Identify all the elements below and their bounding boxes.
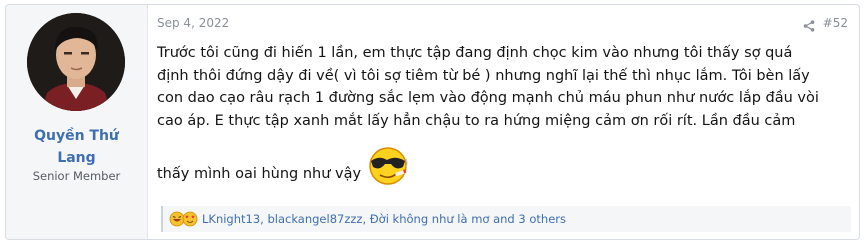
user-title: Senior Member: [32, 169, 121, 183]
post-body-line: Trước tôi cũng đi hiến 1 lần, em thực tậ…: [157, 45, 793, 61]
username-line-1: Quyền Thứ: [34, 128, 119, 144]
post-number-link[interactable]: #52: [823, 16, 848, 30]
avatar[interactable]: [27, 13, 125, 111]
username-link[interactable]: Quyền Thứ Lang: [6, 125, 147, 169]
post-user-cell: Quyền Thứ Lang Senior Member: [6, 5, 148, 239]
post-body: Trước tôi cũng đi hiến 1 lần, em thực tậ…: [157, 42, 857, 188]
username-line-2: Lang: [57, 150, 96, 166]
post-main-cell: Sep 4, 2022 #52 Trước tôi cũng đi hiến 1…: [147, 5, 859, 239]
reaction-users-link[interactable]: LKnight13, blackangel87zzz, Đời không nh…: [202, 212, 566, 226]
reactions-bar[interactable]: LKnight13, blackangel87zzz, Đời không nh…: [161, 206, 851, 232]
avatar-image: [27, 13, 125, 111]
post-body-line: thấy mình oai hùng như vậy: [157, 166, 362, 182]
reaction-icons: [169, 211, 198, 227]
forum-post: Quyền Thứ Lang Senior Member Sep 4, 2022…: [5, 4, 860, 240]
post-body-line: cao áp. E thực tập xanh mắt lấy hẳn chậu…: [157, 112, 796, 129]
love-reaction-icon: [182, 211, 198, 227]
post-body-line: định thôi đứng dậy đi về( vì tôi sợ tiêm…: [157, 67, 810, 84]
cool-smoking-smiley-icon: [365, 142, 411, 188]
post-body-last-line: thấy mình oai hùng như vậy: [157, 142, 857, 188]
share-icon[interactable]: [803, 17, 815, 36]
post-body-line: con dao cạo râu rạch 1 đường sắc lẹm vào…: [157, 90, 819, 106]
post-date-link[interactable]: Sep 4, 2022: [157, 16, 229, 30]
